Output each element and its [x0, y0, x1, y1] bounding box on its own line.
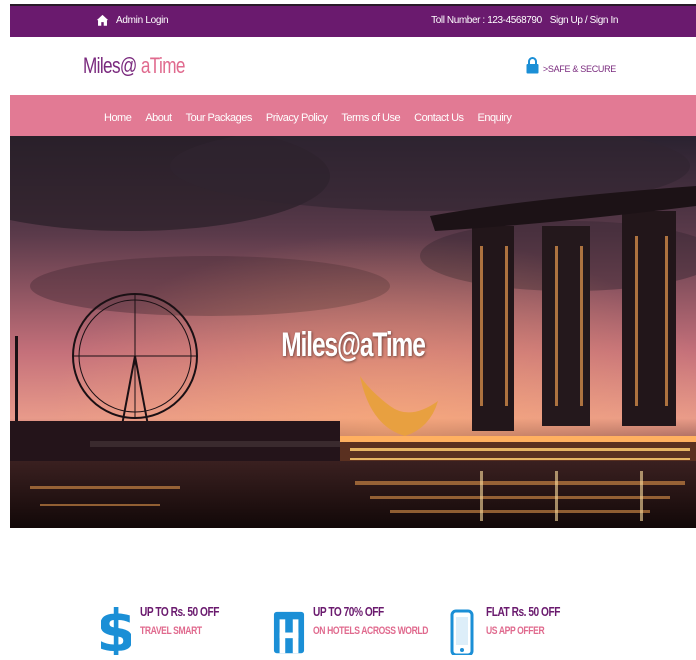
mobile-icon	[446, 595, 478, 655]
offer-title: UP TO 70% OFF	[313, 604, 384, 619]
admin-login-link[interactable]: Admin Login	[96, 14, 169, 27]
hero-title: Miles@aTime	[281, 326, 426, 364]
site-header: Miles@ aTime >SAFE & SECURE	[10, 37, 696, 95]
offer-card[interactable]: UP TO 70% OFF ON HOTELS ACROSS WORLD	[273, 595, 460, 655]
hero-banner: Miles@aTime	[10, 136, 696, 528]
offers-section: $ UP TO Rs. 50 OFF TRAVEL SMART UP TO 70…	[0, 595, 696, 660]
dollar-icon: $	[100, 595, 132, 655]
main-nav: Home About Tour Packages Privacy Policy …	[10, 95, 696, 136]
top-bar: Admin Login Toll Number : 123-4568790 Si…	[10, 4, 696, 37]
logo-text-secondary: aTime	[136, 53, 186, 78]
safe-secure-label: >SAFE & SECURE	[542, 64, 616, 74]
nav-item-terms-of-use[interactable]: Terms of Use	[341, 112, 400, 124]
offer-card[interactable]: $ UP TO Rs. 50 OFF TRAVEL SMART	[100, 595, 241, 655]
nav-item-tour-packages[interactable]: Tour Packages	[186, 112, 253, 124]
hotel-icon	[273, 595, 305, 655]
offer-title: FLAT Rs. 50 OFF	[486, 604, 560, 619]
lock-icon	[526, 57, 539, 74]
signup-signin-link[interactable]: Sign Up / Sign In	[550, 15, 619, 26]
offer-title: UP TO Rs. 50 OFF	[140, 604, 219, 619]
nav-item-enquiry[interactable]: Enquiry	[478, 112, 512, 124]
site-logo[interactable]: Miles@ aTime	[83, 53, 185, 79]
svg-text:$: $	[101, 597, 131, 655]
admin-login-label: Admin Login	[116, 15, 169, 26]
toll-number: Toll Number : 123-4568790	[431, 15, 542, 26]
offer-subtitle: US APP OFFER	[486, 625, 545, 637]
home-icon	[96, 14, 109, 26]
nav-item-privacy-policy[interactable]: Privacy Policy	[266, 112, 328, 124]
nav-item-about[interactable]: About	[145, 112, 172, 124]
nav-item-home[interactable]: Home	[104, 112, 132, 124]
offer-subtitle: TRAVEL SMART	[140, 625, 202, 637]
offer-card[interactable]: FLAT Rs. 50 OFF US APP OFFER	[446, 595, 581, 655]
logo-text-primary: Miles@	[83, 53, 137, 78]
safe-secure-badge: >SAFE & SECURE	[526, 57, 616, 74]
offer-subtitle: ON HOTELS ACROSS WORLD	[313, 625, 429, 637]
nav-item-contact-us[interactable]: Contact Us	[414, 112, 464, 124]
